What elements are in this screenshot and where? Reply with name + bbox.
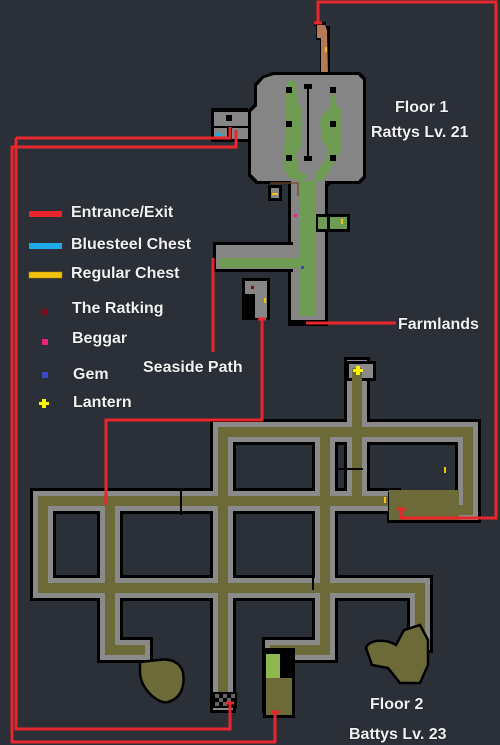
legend-swatch-lantern xyxy=(39,399,49,408)
floor-2-chest-regular xyxy=(384,497,386,503)
legend-swatch-regular-chest xyxy=(28,271,63,279)
legend-swatch-bluesteel-chest xyxy=(29,243,62,249)
floor-1-subtitle: Rattys Lv. 21 xyxy=(371,124,469,141)
floor-1-east-room-floor xyxy=(330,217,347,229)
floor-1-chest-regular xyxy=(272,193,278,195)
floor-1-west-room-pillar xyxy=(226,115,232,121)
floor-2-blob-room xyxy=(138,658,185,704)
legend-swatch-entrance-exit xyxy=(29,211,62,217)
floor-1-chest-regular xyxy=(264,298,266,303)
floor-2-south-entrance-floor xyxy=(266,678,292,715)
legend-label-ratking: The Ratking xyxy=(72,300,164,317)
legend-label-gem: Gem xyxy=(73,366,109,383)
exit-label-farmlands: Farmlands xyxy=(398,316,479,333)
legend-label-lantern: Lantern xyxy=(73,394,132,411)
floor-2-checkered-exit xyxy=(213,692,237,708)
floor-1-chest-regular xyxy=(325,47,327,52)
floor-1-chest-bluesteel xyxy=(216,133,222,136)
floor-2-title: Floor 2 xyxy=(370,696,424,713)
floor-1-ratking-room-floor-lower xyxy=(255,294,267,318)
legend-label-regular-chest: Regular Chest xyxy=(71,265,180,282)
floor-1-ratking-room-floor xyxy=(245,281,267,294)
floor-1-gem-marker xyxy=(301,266,304,269)
legend-swatch-ratking xyxy=(42,309,48,315)
floor-2-moss xyxy=(266,654,280,678)
legend-label-bluesteel-chest: Bluesteel Chest xyxy=(71,236,192,253)
legend-swatches xyxy=(28,211,63,408)
floor-1-south-corridor-grass xyxy=(300,181,316,316)
connection-floor1-south-to-floor2-west xyxy=(104,319,264,505)
dungeon-map: Entrance/Exit Bluesteel Chest Regular Ch… xyxy=(0,0,500,745)
legend-label-beggar: Beggar xyxy=(72,330,128,347)
floor-1-chest-regular xyxy=(341,219,343,224)
floor-1-east-room-passage xyxy=(318,217,327,229)
legend-label-entrance-exit: Entrance/Exit xyxy=(71,204,174,221)
floor-2-map xyxy=(30,357,481,718)
floor-2-southeast-blob xyxy=(364,623,430,685)
floor-1-beggar-marker xyxy=(294,214,297,217)
floor-1-ratking-marker xyxy=(251,286,254,289)
floor-2-chest-regular xyxy=(444,467,446,473)
floor-1-title: Floor 1 xyxy=(395,99,449,116)
floor-2-subtitle: Battys Lv. 23 xyxy=(349,726,447,743)
legend-swatch-beggar xyxy=(42,339,48,345)
exit-label-seaside-path: Seaside Path xyxy=(143,359,243,376)
floor-1-map xyxy=(211,22,366,326)
legend-swatch-gem xyxy=(42,372,48,378)
